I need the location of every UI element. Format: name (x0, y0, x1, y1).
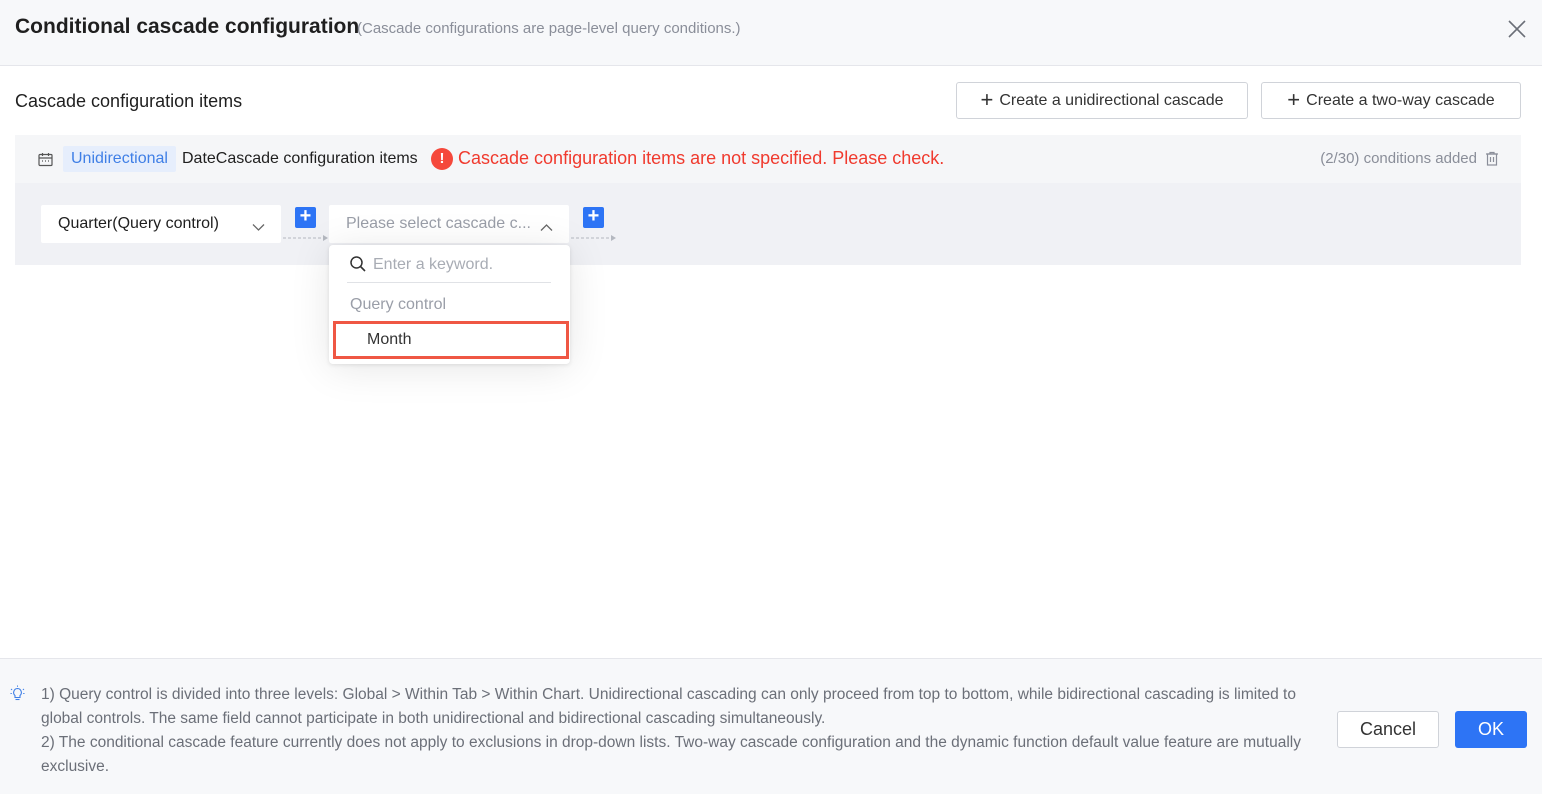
calendar-icon (38, 152, 53, 172)
dialog-title: Conditional cascade configuration (15, 15, 360, 38)
cascade-item-name: DateCascade configuration items (182, 150, 418, 167)
dropdown-search[interactable]: Enter a keyword. (347, 253, 551, 283)
chevron-up-icon (540, 219, 553, 237)
error-icon: ! (431, 148, 453, 170)
arrow-connector (571, 235, 616, 241)
plus-icon: + (1287, 86, 1301, 112)
dropdown-option-month[interactable]: Month (333, 321, 569, 359)
chevron-down-icon (252, 219, 265, 237)
add-condition-button[interactable]: + (295, 206, 316, 228)
note-2: 2) The conditional cascade feature curre… (41, 734, 1301, 775)
search-icon (349, 255, 367, 278)
create-unidirectional-label: Create a unidirectional cascade (999, 91, 1224, 109)
note-1: 1) Query control is divided into three l… (41, 686, 1296, 727)
search-placeholder: Enter a keyword. (373, 256, 494, 273)
create-two-way-label: Create a two-way cascade (1306, 91, 1495, 109)
cascade-select-placeholder: Please select cascade c... (346, 215, 531, 232)
error-message: Cascade configuration items are not spec… (458, 148, 945, 168)
delete-icon[interactable] (1485, 151, 1499, 171)
lightbulb-icon (10, 685, 25, 707)
plus-icon: + (980, 86, 994, 112)
quarter-control-select[interactable]: Quarter(Query control) (41, 205, 281, 243)
section-title: Cascade configuration items (15, 91, 243, 111)
arrow-connector (283, 235, 328, 241)
dropdown-group-label: Query control (350, 296, 447, 313)
cascade-dialog: Conditional cascade configuration (Casca… (0, 0, 1542, 794)
footer-notes: 1) Query control is divided into three l… (41, 683, 1341, 779)
cascade-item-header: Unidirectional DateCascade configuration… (15, 135, 1521, 183)
dialog-header: Conditional cascade configuration (Casca… (0, 0, 1542, 66)
ok-button[interactable]: OK (1455, 711, 1527, 748)
dialog-subtitle: (Cascade configurations are page-level q… (357, 20, 741, 37)
cascade-dropdown: Enter a keyword. Query control Month (329, 245, 570, 364)
create-two-way-cascade-button[interactable]: + Create a two-way cascade (1261, 82, 1521, 119)
conditions-count: (2/30) conditions added (1320, 150, 1477, 167)
close-icon[interactable] (1506, 18, 1528, 40)
cancel-button[interactable]: Cancel (1337, 711, 1439, 748)
cascade-config-item: Unidirectional DateCascade configuration… (15, 135, 1521, 265)
unidirectional-tag: Unidirectional (63, 146, 176, 172)
create-unidirectional-cascade-button[interactable]: + Create a unidirectional cascade (956, 82, 1248, 119)
quarter-select-value: Quarter(Query control) (58, 215, 219, 232)
add-condition-button[interactable]: + (583, 206, 604, 228)
dialog-footer: 1) Query control is divided into three l… (0, 658, 1542, 794)
cascade-control-select[interactable]: Please select cascade c... (329, 205, 569, 243)
